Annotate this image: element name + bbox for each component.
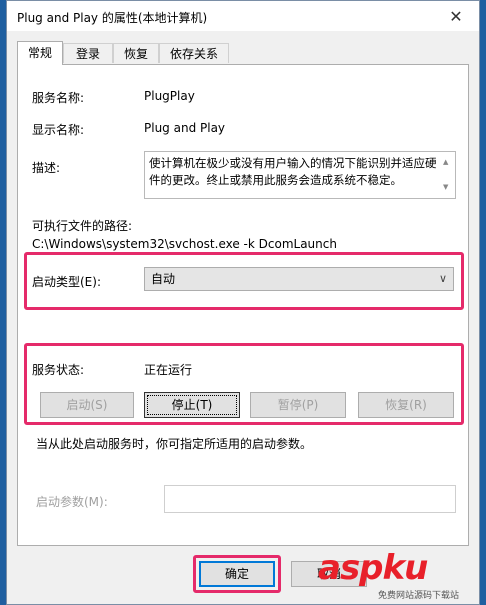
startup-type-highlight	[24, 252, 464, 310]
close-icon[interactable]: ✕	[433, 1, 479, 31]
watermark-subtext: 免费网站源码下载站	[378, 591, 460, 601]
service-name-label: 服务名称:	[32, 91, 85, 105]
tab-recovery[interactable]: 恢复	[113, 43, 159, 63]
start-params-input[interactable]	[164, 485, 456, 513]
description-scrollbar[interactable]: ▲ ▼	[443, 154, 453, 196]
exe-path-value: C:\Windows\system32\svchost.exe -k DcomL…	[32, 237, 337, 251]
description-text: 使计算机在极少或没有用户输入的情况下能识别并适应硬件的更改。终止或禁用此服务会造…	[149, 156, 437, 187]
general-panel: 服务名称: PlugPlay 显示名称: Plug and Play 描述: 使…	[17, 64, 469, 546]
start-params-hint: 当从此处启动服务时，你可指定所适用的启动参数。	[36, 437, 313, 451]
scroll-up-icon[interactable]: ▲	[443, 154, 448, 171]
start-params-label: 启动参数(M):	[36, 495, 108, 509]
watermark-logo: aspku 免费网站源码下载站	[318, 548, 484, 605]
service-name-value: PlugPlay	[144, 89, 195, 103]
tab-general[interactable]: 常规	[17, 41, 63, 65]
window-title: Plug and Play 的属性(本地计算机)	[17, 11, 208, 25]
exe-path-label: 可执行文件的路径:	[32, 219, 133, 233]
watermark-text: aspku	[318, 548, 428, 588]
description-box[interactable]: 使计算机在极少或没有用户输入的情况下能识别并适应硬件的更改。终止或禁用此服务会造…	[144, 151, 456, 199]
description-label: 描述:	[32, 161, 61, 175]
display-name-value: Plug and Play	[144, 121, 226, 135]
service-status-highlight	[24, 343, 464, 425]
title-bar: Plug and Play 的属性(本地计算机) ✕	[7, 1, 479, 31]
display-name-label: 显示名称:	[32, 123, 85, 137]
tab-logon[interactable]: 登录	[63, 43, 113, 63]
ok-button-highlight	[193, 555, 281, 593]
scroll-down-icon[interactable]: ▼	[443, 179, 448, 196]
properties-dialog: Plug and Play 的属性(本地计算机) ✕ 常规 登录 恢复 依存关系…	[6, 0, 480, 605]
tab-dependencies[interactable]: 依存关系	[159, 43, 229, 63]
